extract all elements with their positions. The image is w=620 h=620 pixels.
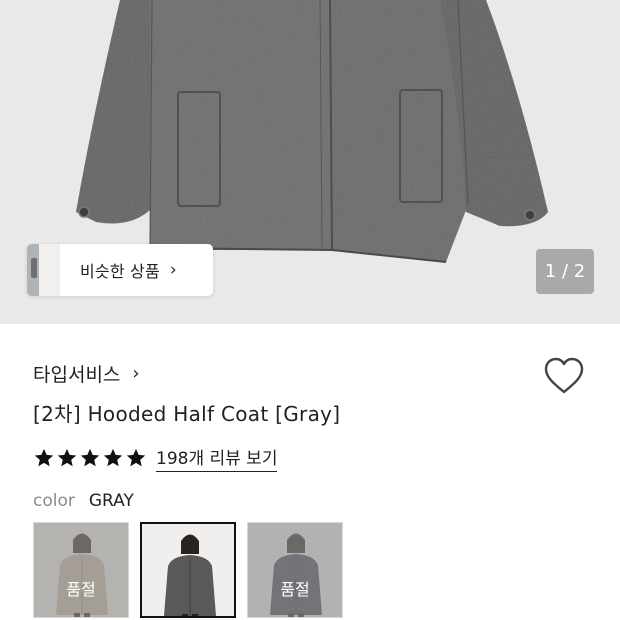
similar-products-label: 비슷한 상품 bbox=[80, 262, 160, 281]
soldout-overlay: 품절 bbox=[248, 523, 342, 617]
heart-outline-icon[interactable] bbox=[543, 356, 585, 396]
color-value: GRAY bbox=[88, 491, 134, 511]
similar-products-button[interactable]: 비슷한 상품 › bbox=[27, 244, 213, 296]
color-label: color bbox=[33, 491, 75, 511]
color-swatch-list: 품절 품절 bbox=[33, 522, 343, 618]
color-selection: color GRAY bbox=[33, 491, 134, 511]
color-swatch-charcoal[interactable]: 품절 bbox=[247, 522, 343, 618]
image-pager-indicator: 1 / 2 bbox=[536, 249, 594, 294]
reviews-link[interactable]: 198개 리뷰 보기 bbox=[156, 444, 278, 472]
product-hero-image[interactable]: 비슷한 상품 › 1 / 2 bbox=[0, 0, 620, 324]
star-icon bbox=[57, 448, 77, 467]
similar-product-thumbnail bbox=[27, 244, 60, 296]
rating-row: 198개 리뷰 보기 bbox=[33, 444, 278, 472]
star-icon bbox=[126, 448, 146, 467]
chevron-right-icon: › bbox=[169, 260, 177, 280]
star-icon bbox=[80, 448, 100, 467]
product-title: [2차] Hooded Half Coat [Gray] bbox=[33, 402, 341, 426]
chevron-right-icon: › bbox=[132, 363, 140, 384]
color-swatch-beige[interactable]: 품절 bbox=[33, 522, 129, 618]
brand-name: 타입서비스 bbox=[33, 364, 121, 386]
star-icon bbox=[103, 448, 123, 467]
soldout-label: 품절 bbox=[280, 580, 310, 599]
star-rating bbox=[33, 447, 147, 469]
star-icon bbox=[34, 448, 54, 467]
soldout-overlay: 품절 bbox=[34, 523, 128, 617]
soldout-label: 품절 bbox=[66, 580, 96, 599]
model-photo bbox=[142, 524, 234, 616]
color-swatch-gray[interactable] bbox=[140, 522, 236, 618]
brand-link[interactable]: 타입서비스 › bbox=[33, 360, 140, 387]
